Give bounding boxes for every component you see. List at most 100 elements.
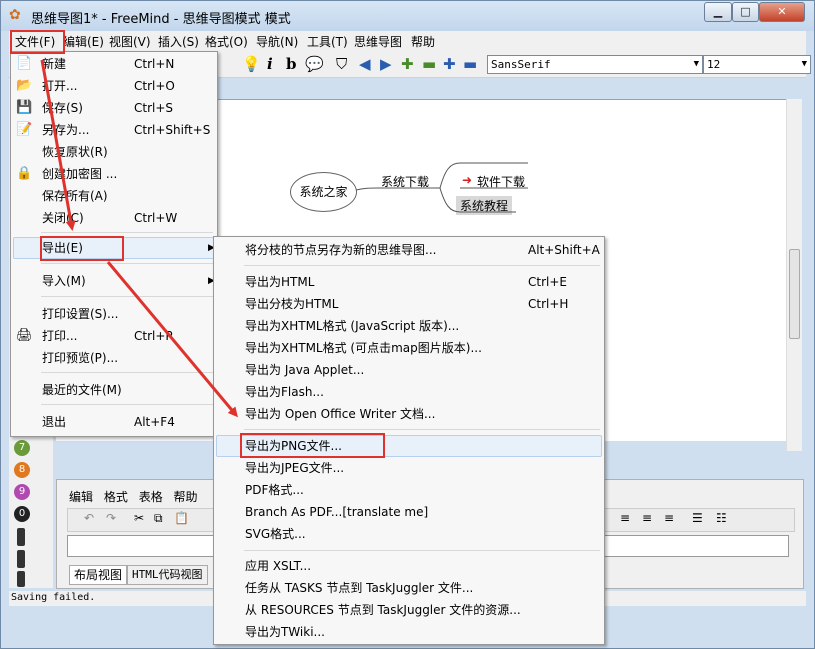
notes-menu-format[interactable]: 格式 <box>104 490 128 504</box>
printer-icon: 🖨 <box>16 328 33 343</box>
menu-separator <box>244 550 600 551</box>
menu-item-export-xhtml-map[interactable]: 导出为XHTML格式 (可点击map图片版本)... <box>214 337 604 359</box>
menu-item-import[interactable]: 导入(M) ▶ <box>11 270 217 292</box>
menu-item-export-taskjuggler-resources[interactable]: 从 RESOURCES 节点到 TaskJuggler 文件的资源... <box>214 599 604 621</box>
traffic-light-red-icon[interactable] <box>17 528 25 546</box>
minus-green-icon[interactable]: ▬ <box>422 55 436 73</box>
arrow-link-icon: ➜ <box>462 173 473 187</box>
menu-view[interactable]: 视图(V) <box>109 33 151 50</box>
menu-separator <box>41 296 213 297</box>
menu-item-export-pdf[interactable]: PDF格式... <box>214 479 604 501</box>
menu-separator <box>244 265 600 266</box>
menu-item-print-setup[interactable]: 打印设置(S)... <box>11 303 217 325</box>
menu-item-save[interactable]: 💾 保存(S) Ctrl+S <box>11 97 217 119</box>
mindmap-root-node[interactable]: 系统之家 <box>290 172 357 212</box>
italic-icon[interactable]: i <box>267 55 273 73</box>
notes-menubar: 编辑 格式 表格 帮助 <box>69 488 205 505</box>
lock-icon: 🔒 <box>16 166 33 181</box>
menu-item-print[interactable]: 🖨 打印... Ctrl+P <box>11 325 217 347</box>
chevron-down-icon: ▼ <box>693 59 699 69</box>
menu-separator <box>41 404 213 405</box>
menu-separator <box>41 232 213 233</box>
new-file-icon: 📄 <box>16 56 33 71</box>
menu-item-export-xhtml-js[interactable]: 导出为XHTML格式 (JavaScript 版本)... <box>214 315 604 337</box>
mindmap-node-child1[interactable]: 软件下载 <box>477 173 525 190</box>
menu-format[interactable]: 格式(O) <box>205 33 248 50</box>
bold-icon[interactable]: b <box>286 55 297 73</box>
tab-html-code-view[interactable]: HTML代码视图 <box>127 565 208 585</box>
menu-item-export-branch-html[interactable]: 导出分枝为HTML Ctrl+H <box>214 293 604 315</box>
numbered-list-icon[interactable]: ☷ <box>716 511 727 525</box>
menu-item-export-jpeg[interactable]: 导出为JPEG文件... <box>214 457 604 479</box>
menu-item-save-all[interactable]: 保存所有(A) <box>11 185 217 207</box>
traffic-light-green-icon[interactable] <box>17 571 25 587</box>
minus-blue-icon[interactable]: ▬ <box>463 55 477 73</box>
lightbulb-icon[interactable]: 💡 <box>242 55 261 73</box>
notes-menu-table[interactable]: 表格 <box>139 490 163 504</box>
menu-item-export-html[interactable]: 导出为HTML Ctrl+E <box>214 271 604 293</box>
mindmap-node-child2[interactable]: 系统教程 <box>456 196 513 215</box>
menu-item-export-flash[interactable]: 导出为Flash... <box>214 381 604 403</box>
priority-7-icon[interactable]: 7 <box>14 440 30 456</box>
menu-item-print-preview[interactable]: 打印预览(P)... <box>11 347 217 369</box>
arrow-right-icon[interactable]: ▶ <box>380 55 392 73</box>
bulleted-list-icon[interactable]: ☰ <box>692 511 703 525</box>
menu-item-open[interactable]: 📂 打开... Ctrl+O <box>11 75 217 97</box>
plus-green-icon[interactable]: ✚ <box>401 55 414 73</box>
priority-9-icon[interactable]: 9 <box>14 484 30 500</box>
font-family-value: SansSerif <box>491 58 551 71</box>
menu-help[interactable]: 帮助 <box>411 33 435 50</box>
scroll-thumb[interactable] <box>789 249 800 339</box>
copy-icon[interactable]: ⧉ <box>154 511 163 526</box>
menu-item-export-oo-writer[interactable]: 导出为 Open Office Writer 文档... <box>214 403 604 425</box>
notes-menu-edit[interactable]: 编辑 <box>69 490 93 504</box>
menu-item-export-svg[interactable]: SVG格式... <box>214 523 604 545</box>
font-size-select[interactable]: 12 ▼ <box>703 55 811 74</box>
menu-item-export-branch-pdf[interactable]: Branch As PDF...[translate me] <box>214 501 604 523</box>
stop-sign-icon[interactable]: 0 <box>14 506 30 522</box>
menu-bar: 文件(F) 编辑(E) 视图(V) 插入(S) 格式(O) 导航(N) 工具(T… <box>9 31 806 52</box>
paste-icon[interactable]: 📋 <box>174 511 189 525</box>
minimize-button[interactable]: ▁ <box>704 2 732 22</box>
menu-item-apply-xslt[interactable]: 应用 XSLT... <box>214 555 604 577</box>
menu-item-save-as[interactable]: 📝 另存为... Ctrl+Shift+S <box>11 119 217 141</box>
filter-icon[interactable]: ⛉ <box>336 55 347 73</box>
menu-item-export-taskjuggler-tasks[interactable]: 任务从 TASKS 节点到 TaskJuggler 文件... <box>214 577 604 599</box>
close-button[interactable]: ✕ <box>759 2 805 22</box>
menu-item-new[interactable]: 📄 新建 Ctrl+N <box>11 53 217 75</box>
cut-icon[interactable]: ✂ <box>134 511 144 525</box>
priority-8-icon[interactable]: 8 <box>14 462 30 478</box>
window-title: 思维导图1* - FreeMind - 思维导图模式 模式 <box>31 12 291 27</box>
menu-mindmap[interactable]: 思维导图 <box>354 33 402 50</box>
menu-item-close[interactable]: 关闭(C) Ctrl+W <box>11 207 217 229</box>
align-left-icon[interactable]: ≡ <box>620 511 630 525</box>
redo-icon[interactable]: ↷ <box>106 511 116 525</box>
arrow-left-icon[interactable]: ◀ <box>359 55 371 73</box>
undo-icon[interactable]: ↶ <box>84 511 94 525</box>
menu-item-export-twiki[interactable]: 导出为TWiki... <box>214 621 604 643</box>
notes-menu-help[interactable]: 帮助 <box>174 490 198 504</box>
mindmap-node-branch[interactable]: 系统下载 <box>381 173 429 190</box>
menu-item-revert[interactable]: 恢复原状(R) <box>11 141 217 163</box>
menu-tools[interactable]: 工具(T) <box>307 33 348 50</box>
tab-layout-view[interactable]: 布局视图 <box>69 565 128 585</box>
speech-bubble-icon[interactable]: 💬 <box>305 55 324 73</box>
align-right-icon[interactable]: ≡ <box>664 511 674 525</box>
font-family-select[interactable]: SansSerif ▼ <box>487 55 703 74</box>
menu-insert[interactable]: 插入(S) <box>158 33 199 50</box>
traffic-light-yellow-icon[interactable] <box>17 550 25 568</box>
menu-edit[interactable]: 编辑(E) <box>63 33 104 50</box>
align-center-icon[interactable]: ≡ <box>642 511 652 525</box>
menu-item-export-java-applet[interactable]: 导出为 Java Applet... <box>214 359 604 381</box>
font-size-value: 12 <box>707 58 721 71</box>
menu-item-encrypt[interactable]: 🔒 创建加密图 ... <box>11 163 217 185</box>
menu-item-export-branch-map[interactable]: 将分枝的节点另存为新的思维导图... Alt+Shift+A <box>214 239 604 261</box>
menu-navigate[interactable]: 导航(N) <box>256 33 298 50</box>
menu-item-exit[interactable]: 退出 Alt+F4 <box>11 411 217 433</box>
menu-item-recent-files[interactable]: 最近的文件(M) <box>11 379 217 401</box>
plus-blue-icon[interactable]: ✚ <box>443 55 456 73</box>
maximize-button[interactable]: □ <box>732 2 759 22</box>
canvas-scrollbar[interactable] <box>786 99 802 451</box>
menu-separator <box>41 372 213 373</box>
freemind-logo-icon: ✿ <box>9 7 21 23</box>
